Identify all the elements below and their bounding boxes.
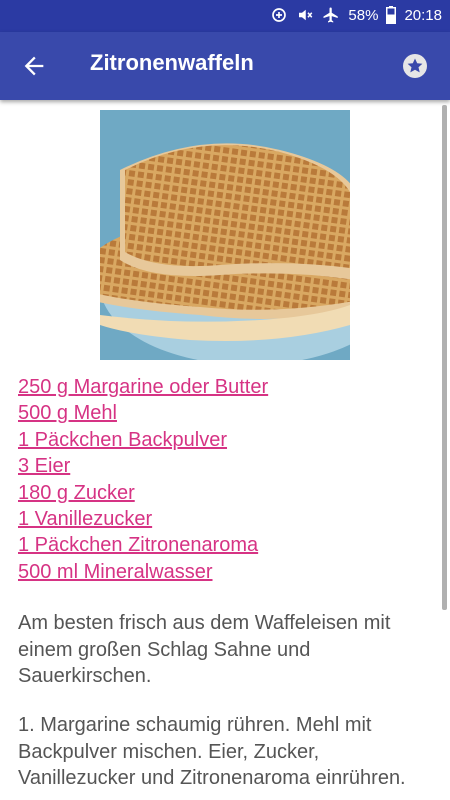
list-item[interactable]: 1 Päckchen Backpulver [18, 427, 268, 453]
list-item[interactable]: 180 g Zucker [18, 480, 268, 506]
status-bar: 58% 20:18 [0, 0, 450, 32]
airplane-mode-icon [323, 7, 339, 23]
ingredient-link[interactable]: 180 g Zucker [18, 482, 135, 504]
scrollbar[interactable] [442, 105, 447, 610]
app-bar: Zitronenwaffeln [0, 32, 450, 100]
recipe-photo [100, 110, 350, 360]
ingredient-link[interactable]: 250 g Margarine oder Butter [18, 376, 268, 398]
battery-percent: 58% [348, 6, 379, 24]
ingredient-link[interactable]: 1 Päckchen Backpulver [18, 429, 227, 451]
battery-icon [386, 6, 397, 24]
favorite-star-icon[interactable] [400, 51, 430, 81]
list-item[interactable]: 1 Päckchen Zitronenaroma [18, 532, 268, 558]
clock: 20:18 [404, 6, 442, 24]
data-saver-icon [272, 8, 287, 22]
ingredient-link[interactable]: 3 Eier [18, 455, 70, 477]
list-item[interactable]: 1 Vanillezucker [18, 506, 268, 532]
recipe-intro: Am besten frisch aus dem Waffeleisen mit… [18, 612, 391, 687]
recipe-step: 1. Margarine schaumig rühren. Mehl mit B… [18, 714, 406, 789]
page-title: Zitronenwaffeln [90, 50, 254, 75]
ingredient-link[interactable]: 500 g Mehl [18, 402, 117, 424]
recipe-content[interactable]: 250 g Margarine oder Butter 500 g Mehl 1… [0, 100, 450, 800]
ingredient-link[interactable]: 1 Vanillezucker [18, 508, 152, 530]
ingredient-link[interactable]: 500 ml Mineralwasser [18, 561, 213, 583]
ingredient-link[interactable]: 1 Päckchen Zitronenaroma [18, 534, 258, 556]
ingredient-list: 250 g Margarine oder Butter 500 g Mehl 1… [18, 374, 268, 585]
back-arrow-icon[interactable] [20, 52, 48, 80]
list-item[interactable]: 500 ml Mineralwasser [18, 559, 268, 585]
list-item[interactable]: 500 g Mehl [18, 400, 268, 426]
mute-icon [299, 9, 313, 21]
list-item[interactable]: 3 Eier [18, 453, 268, 479]
list-item[interactable]: 250 g Margarine oder Butter [18, 374, 268, 400]
